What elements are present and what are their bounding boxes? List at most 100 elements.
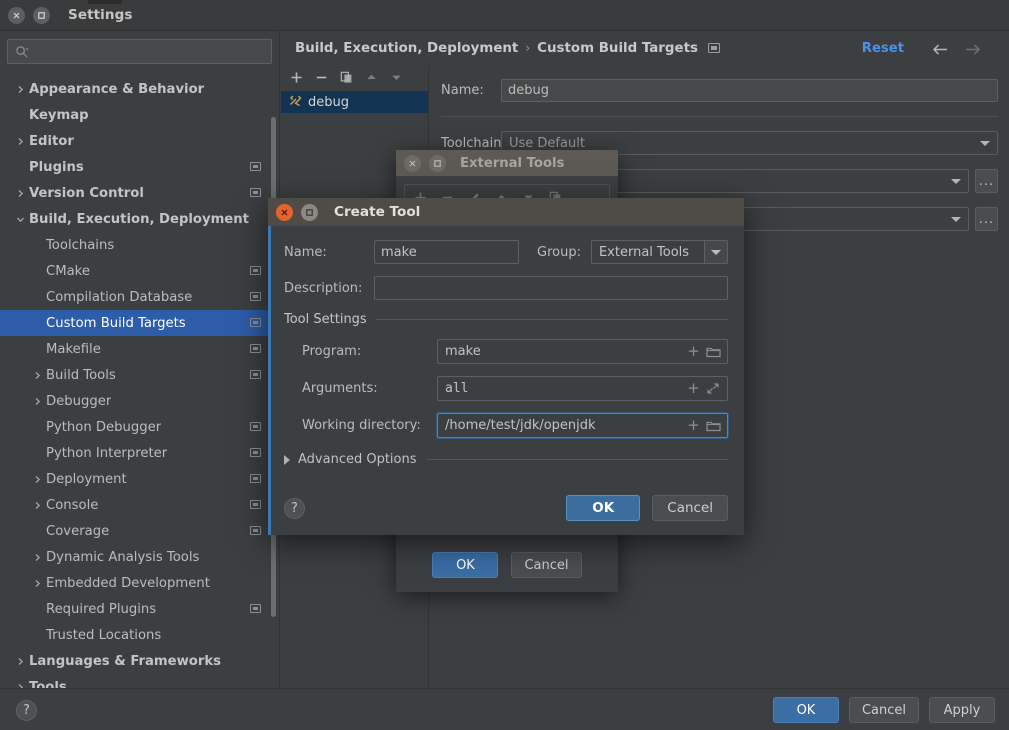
sidebar-item-dynamic-analysis-tools[interactable]: Dynamic Analysis Tools — [0, 544, 279, 570]
search-box[interactable] — [7, 39, 272, 64]
sidebar-item-coverage[interactable]: Coverage — [0, 518, 279, 544]
search-input[interactable] — [34, 40, 267, 63]
sidebar-item-tools[interactable]: Tools — [0, 674, 279, 688]
chevron-right-icon[interactable] — [14, 189, 27, 198]
settings-sync-icon[interactable] — [250, 370, 261, 379]
chevron-right-icon[interactable] — [31, 501, 44, 510]
working-directory-label: Working directory: — [302, 418, 421, 433]
build-command-browse-button[interactable]: ... — [975, 169, 998, 193]
advanced-options-row[interactable]: Advanced Options — [284, 452, 728, 467]
maximize-icon[interactable] — [429, 154, 446, 172]
sidebar-item-custom-build-targets[interactable]: Custom Build Targets — [0, 310, 279, 336]
chevron-right-icon[interactable] — [31, 371, 44, 380]
sidebar-item-editor[interactable]: Editor — [0, 128, 279, 154]
working-directory-field[interactable]: /home/test/jdk/openjdk + — [437, 413, 728, 438]
settings-sync-icon[interactable] — [250, 474, 261, 483]
chevron-right-icon[interactable] — [31, 579, 44, 588]
sidebar-item-python-interpreter[interactable]: Python Interpreter — [0, 440, 279, 466]
settings-sync-icon[interactable] — [250, 604, 261, 613]
chevron-down-icon[interactable] — [704, 240, 728, 264]
settings-sync-icon[interactable] — [707, 43, 720, 53]
help-button[interactable]: ? — [16, 700, 37, 721]
chevron-right-icon[interactable] — [31, 553, 44, 562]
plus-icon[interactable]: + — [687, 381, 700, 396]
settings-sync-icon[interactable] — [250, 162, 261, 171]
create-tool-title: Create Tool — [334, 204, 421, 220]
sidebar-item-debugger[interactable]: Debugger — [0, 388, 279, 414]
sidebar-item-trusted-locations[interactable]: Trusted Locations — [0, 622, 279, 648]
external-tools-cancel-button[interactable]: Cancel — [511, 552, 582, 578]
sidebar-item-cmake[interactable]: CMake — [0, 258, 279, 284]
sidebar-item-console[interactable]: Console — [0, 492, 279, 518]
chevron-down-icon[interactable] — [14, 215, 27, 224]
program-value: make — [445, 344, 481, 359]
sidebar-item-makefile[interactable]: Makefile — [0, 336, 279, 362]
sidebar-item-deployment[interactable]: Deployment — [0, 466, 279, 492]
folder-icon[interactable] — [706, 419, 721, 433]
close-icon[interactable] — [8, 6, 25, 24]
copy-icon[interactable] — [339, 70, 353, 84]
create-tool-name-input[interactable] — [374, 240, 519, 264]
external-tools-ok-button[interactable]: OK — [432, 552, 499, 578]
sidebar-item-toolchains[interactable]: Toolchains — [0, 232, 279, 258]
sidebar-item-embedded-development[interactable]: Embedded Development — [0, 570, 279, 596]
move-up-icon[interactable] — [364, 70, 378, 84]
sidebar-item-build-tools[interactable]: Build Tools — [0, 362, 279, 388]
sidebar-item-label: Embedded Development — [46, 575, 210, 591]
chevron-right-icon[interactable] — [14, 657, 27, 666]
settings-sync-icon[interactable] — [250, 292, 261, 301]
sidebar-item-languages-frameworks[interactable]: Languages & Frameworks — [0, 648, 279, 674]
plus-icon[interactable]: + — [687, 418, 700, 433]
sidebar-item-label: Tools — [29, 679, 67, 689]
close-icon[interactable] — [404, 154, 421, 172]
close-icon[interactable] — [276, 203, 293, 221]
create-tool-ok-button[interactable]: OK — [566, 495, 641, 521]
sidebar-item-label: Custom Build Targets — [46, 315, 186, 331]
chevron-right-icon[interactable] — [31, 397, 44, 406]
sidebar-item-compilation-database[interactable]: Compilation Database — [0, 284, 279, 310]
settings-sync-icon[interactable] — [250, 448, 261, 457]
sidebar-item-keymap[interactable]: Keymap — [0, 102, 279, 128]
sidebar-item-version-control[interactable]: Version Control — [0, 180, 279, 206]
maximize-icon[interactable] — [301, 203, 318, 221]
plus-icon[interactable] — [289, 70, 303, 84]
folder-icon[interactable] — [706, 345, 721, 359]
sidebar-item-appearance-behavior[interactable]: Appearance & Behavior — [0, 76, 279, 102]
settings-sync-icon[interactable] — [250, 422, 261, 431]
settings-sync-icon[interactable] — [250, 266, 261, 275]
maximize-icon[interactable] — [33, 6, 50, 24]
chevron-right-icon[interactable] — [14, 137, 27, 146]
move-down-icon[interactable] — [389, 70, 403, 84]
plus-icon[interactable]: + — [687, 344, 700, 359]
chevron-down-icon — [951, 179, 961, 184]
cancel-button[interactable]: Cancel — [848, 697, 919, 723]
sidebar-item-plugins[interactable]: Plugins — [0, 154, 279, 180]
arrow-left-icon[interactable] — [931, 40, 949, 58]
chevron-right-icon[interactable] — [14, 85, 27, 94]
clean-command-browse-button[interactable]: ... — [975, 207, 998, 231]
sidebar-item-python-debugger[interactable]: Python Debugger — [0, 414, 279, 440]
expand-icon[interactable] — [706, 382, 721, 396]
create-tool-description-input[interactable] — [374, 276, 728, 300]
settings-sync-icon[interactable] — [250, 188, 261, 197]
sidebar-item-build-execution-deployment[interactable]: Build, Execution, Deployment — [0, 206, 279, 232]
sidebar-item-required-plugins[interactable]: Required Plugins — [0, 596, 279, 622]
ok-button[interactable]: OK — [772, 697, 839, 723]
create-tool-group-select[interactable]: External Tools — [590, 240, 728, 264]
settings-sync-icon[interactable] — [250, 318, 261, 327]
reset-link[interactable]: Reset — [862, 41, 904, 56]
chevron-right-icon[interactable] — [31, 475, 44, 484]
titlebar-nub — [88, 0, 122, 4]
program-field[interactable]: make + — [437, 339, 728, 364]
breadcrumb-root[interactable]: Build, Execution, Deployment — [295, 41, 518, 56]
create-tool-cancel-button[interactable]: Cancel — [652, 495, 728, 521]
settings-sync-icon[interactable] — [250, 526, 261, 535]
help-button[interactable]: ? — [284, 497, 305, 519]
minus-icon[interactable] — [314, 70, 328, 84]
target-name-input[interactable] — [501, 79, 998, 102]
settings-sync-icon[interactable] — [250, 344, 261, 353]
apply-button[interactable]: Apply — [929, 697, 995, 723]
build-target-item[interactable]: debug — [281, 91, 428, 113]
arguments-field[interactable]: all + — [437, 376, 728, 401]
settings-sync-icon[interactable] — [250, 500, 261, 509]
